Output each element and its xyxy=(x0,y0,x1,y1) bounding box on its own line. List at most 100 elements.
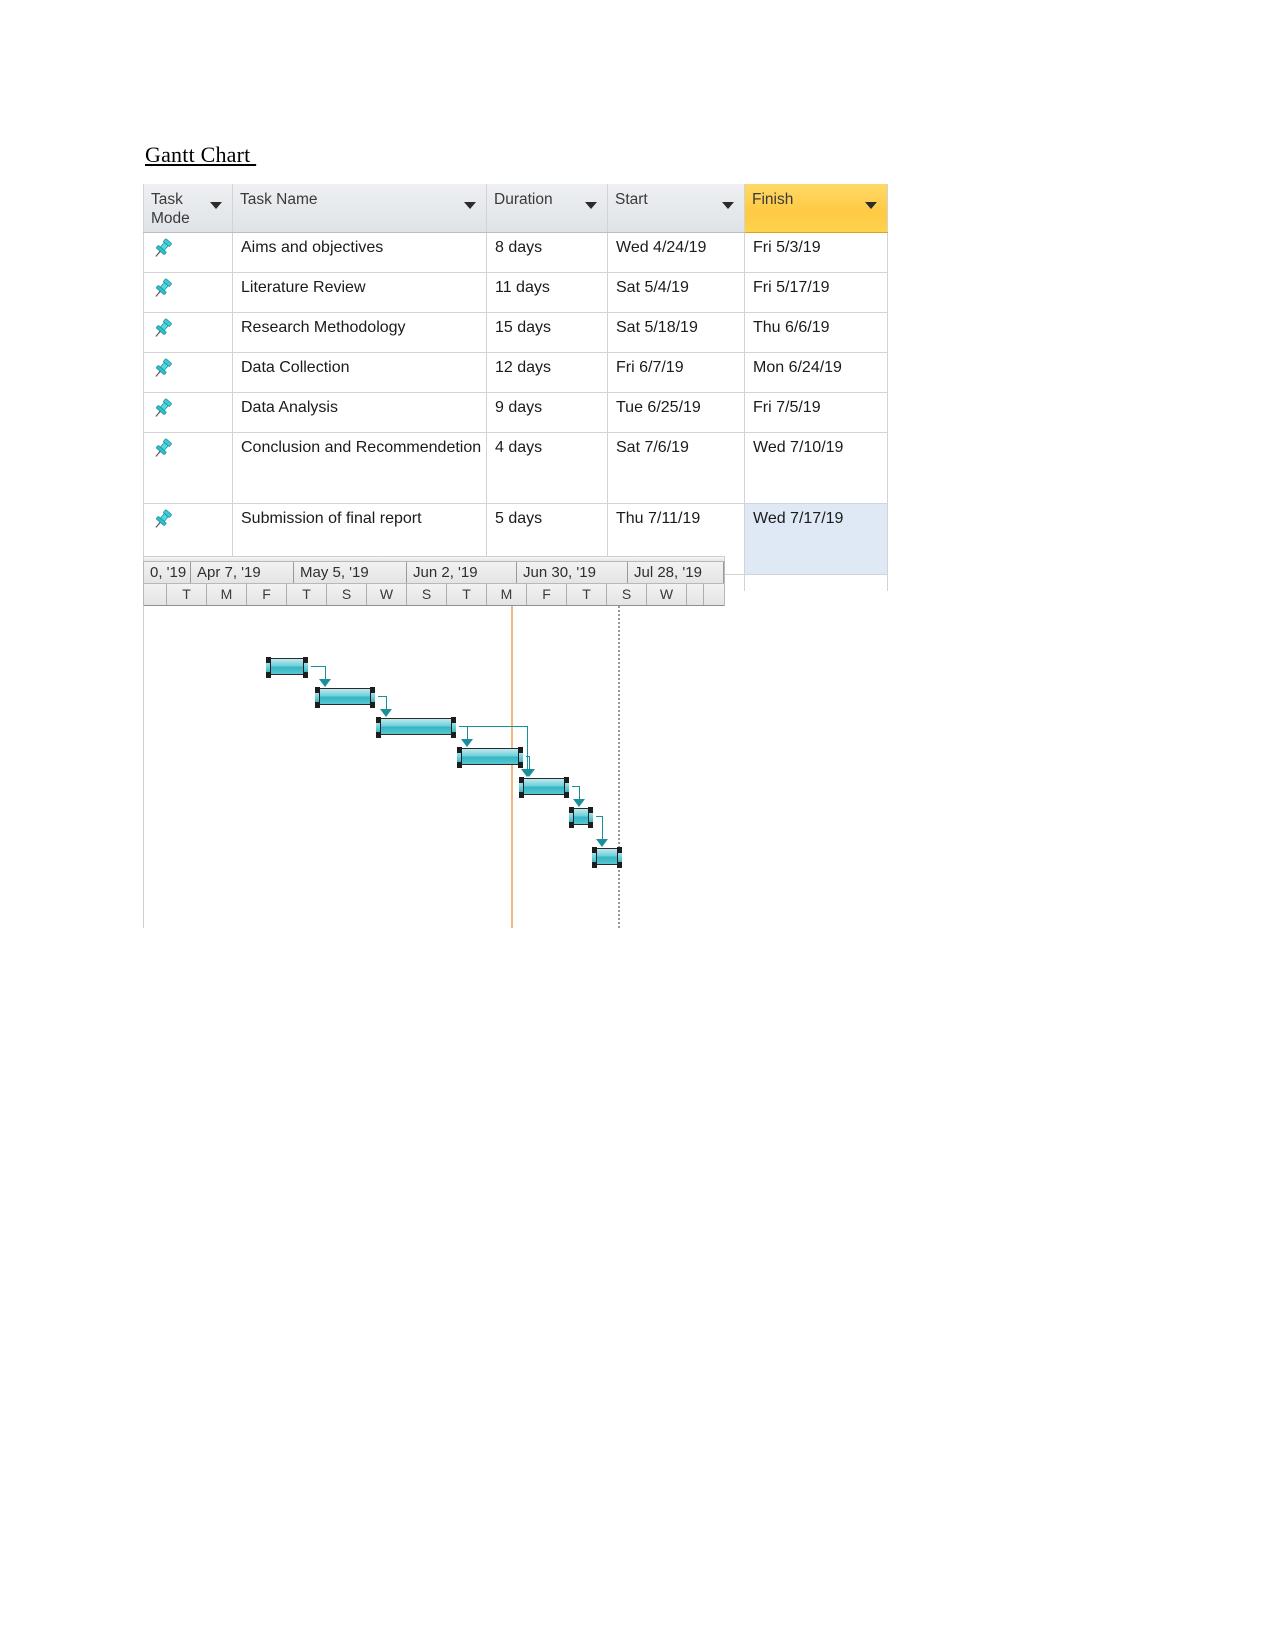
bar-right-notch xyxy=(304,663,308,672)
gantt-bar[interactable] xyxy=(266,657,308,678)
table-row[interactable]: Literature Review 11 days Sat 5/4/19 Fri 5/… xyxy=(143,272,888,313)
pushpin-icon xyxy=(155,238,172,257)
chevron-down-icon[interactable] xyxy=(865,202,877,209)
timeline-month-cell: Jun 2, '19 xyxy=(407,562,517,583)
pushpin-icon xyxy=(155,318,172,337)
cell-finish[interactable]: Mon 6/24/19 xyxy=(744,352,888,393)
cell-task-mode[interactable] xyxy=(143,232,233,273)
chevron-down-icon[interactable] xyxy=(464,202,476,209)
bar-left-notch xyxy=(376,723,380,732)
column-header-duration[interactable]: Duration xyxy=(486,184,608,233)
cell-finish[interactable]: Fri 7/5/19 xyxy=(744,392,888,433)
table-row[interactable]: Research Methodology 15 days Sat 5/18/19 Th… xyxy=(143,312,888,353)
column-header-finish[interactable]: Finish xyxy=(744,184,888,233)
dependency-link xyxy=(467,726,468,739)
pushpin-icon xyxy=(155,509,172,528)
cell-duration[interactable]: 12 days xyxy=(486,352,608,393)
bar-right-notch xyxy=(371,693,375,702)
gantt-timeline: 0, '19 Apr 7, '19 May 5, '19 Jun 2, '19 Jun … xyxy=(143,556,725,928)
cell-duration[interactable]: 9 days xyxy=(486,392,608,433)
timeline-month-cell: Apr 7, '19 xyxy=(191,562,294,583)
column-header-start[interactable]: Start xyxy=(607,184,745,233)
bar-right-notch xyxy=(618,853,622,862)
chevron-down-icon[interactable] xyxy=(210,202,222,209)
cell-duration[interactable]: 4 days xyxy=(486,432,608,504)
dependency-arrow-icon xyxy=(380,709,392,717)
pushpin-icon xyxy=(155,438,172,457)
timeline-month-cell: Jun 30, '19 xyxy=(517,562,628,583)
cell-start[interactable]: Fri 6/7/19 xyxy=(607,352,745,393)
bar-left-notch xyxy=(569,813,573,822)
table-row[interactable]: Data Collection 12 days Fri 6/7/19 Mon 6/24… xyxy=(143,352,888,393)
timeline-day-cell: W xyxy=(367,584,407,605)
column-header-task-name[interactable]: Task Name xyxy=(232,184,487,233)
cell-start[interactable]: Tue 6/25/19 xyxy=(607,392,745,433)
cell-task-name[interactable]: Data Analysis xyxy=(232,392,487,433)
page-title: Gantt Chart xyxy=(145,142,257,167)
timeline-month-cell: 0, '19 xyxy=(144,562,191,583)
cell-duration[interactable]: 8 days xyxy=(486,232,608,273)
timeline-month-cell: Jul 28, '19 xyxy=(628,562,724,583)
gantt-bar[interactable] xyxy=(569,807,593,828)
table-row[interactable]: Data Analysis 9 days Tue 6/25/19 Fri 7/5/19 xyxy=(143,392,888,433)
column-header-task-mode[interactable]: Task Mode xyxy=(143,184,233,233)
table-row[interactable]: Aims and objectives 8 days Wed 4/24/19 Fri … xyxy=(143,232,888,273)
cell-duration[interactable]: 11 days xyxy=(486,272,608,313)
cell-finish[interactable]: Fri 5/17/19 xyxy=(744,272,888,313)
chevron-down-icon[interactable] xyxy=(722,202,734,209)
dependency-arrow-icon xyxy=(596,839,608,847)
today-line xyxy=(511,606,513,928)
cell-duration[interactable]: 15 days xyxy=(486,312,608,353)
pushpin-icon xyxy=(155,278,172,297)
task-table-body: Aims and objectives 8 days Wed 4/24/19 Fri … xyxy=(143,232,888,591)
bar-right-notch xyxy=(519,753,523,762)
cell-finish[interactable]: Thu 6/6/19 xyxy=(744,312,888,353)
gantt-bar[interactable] xyxy=(592,847,622,868)
dependency-link xyxy=(579,786,580,799)
table-row[interactable]: Conclusion and Recommendetion 4 days Sat 7… xyxy=(143,432,888,504)
cell-task-name[interactable]: Data Collection xyxy=(232,352,487,393)
cell-start[interactable]: Wed 4/24/19 xyxy=(607,232,745,273)
cell-task-mode[interactable] xyxy=(143,352,233,393)
cell-start[interactable]: Sat 5/4/19 xyxy=(607,272,745,313)
dependency-link xyxy=(529,756,530,769)
timeline-month-row: 0, '19 Apr 7, '19 May 5, '19 Jun 2, '19 Jun … xyxy=(144,561,724,584)
status-date-line xyxy=(618,606,620,928)
cell-task-mode[interactable] xyxy=(143,272,233,313)
cell-task-mode[interactable] xyxy=(143,312,233,353)
gantt-bar[interactable] xyxy=(519,777,569,798)
dependency-link xyxy=(459,726,527,727)
cell-task-name[interactable]: Research Methodology xyxy=(232,312,487,353)
dependency-link xyxy=(602,816,603,839)
cell-task-name[interactable]: Aims and objectives xyxy=(232,232,487,273)
dependency-arrow-icon xyxy=(319,679,331,687)
cell-task-name[interactable]: Conclusion and Recommendetion xyxy=(232,432,487,504)
bar-left-notch xyxy=(457,753,461,762)
table-header-row: Task Mode Task Name Duration Start Finis… xyxy=(143,184,888,233)
cell-finish[interactable]: Wed 7/10/19 xyxy=(744,432,888,504)
timeline-day-cell: M xyxy=(487,584,527,605)
cell-start[interactable]: Sat 7/6/19 xyxy=(607,432,745,504)
bar-right-notch xyxy=(565,783,569,792)
timeline-day-cell: S xyxy=(327,584,367,605)
cell-task-name[interactable]: Literature Review xyxy=(232,272,487,313)
bar-left-notch xyxy=(519,783,523,792)
timeline-month-cell: May 5, '19 xyxy=(294,562,407,583)
bar-left-notch xyxy=(315,693,319,702)
cell-task-mode[interactable] xyxy=(143,432,233,504)
dependency-arrow-icon xyxy=(461,739,473,747)
cell-finish[interactable]: Wed 7/17/19 xyxy=(744,503,888,575)
spacer-cell xyxy=(744,574,888,591)
timeline-day-cell: F xyxy=(247,584,287,605)
timeline-day-cell: T xyxy=(447,584,487,605)
timeline-header: 0, '19 Apr 7, '19 May 5, '19 Jun 2, '19 Jun … xyxy=(143,561,725,606)
gantt-bar[interactable] xyxy=(376,717,456,738)
dependency-link xyxy=(527,726,528,769)
gantt-bar[interactable] xyxy=(315,687,375,708)
cell-start[interactable]: Sat 5/18/19 xyxy=(607,312,745,353)
timeline-day-cell: S xyxy=(607,584,647,605)
gantt-bar[interactable] xyxy=(457,747,523,768)
cell-task-mode[interactable] xyxy=(143,392,233,433)
cell-finish[interactable]: Fri 5/3/19 xyxy=(744,232,888,273)
chevron-down-icon[interactable] xyxy=(585,202,597,209)
